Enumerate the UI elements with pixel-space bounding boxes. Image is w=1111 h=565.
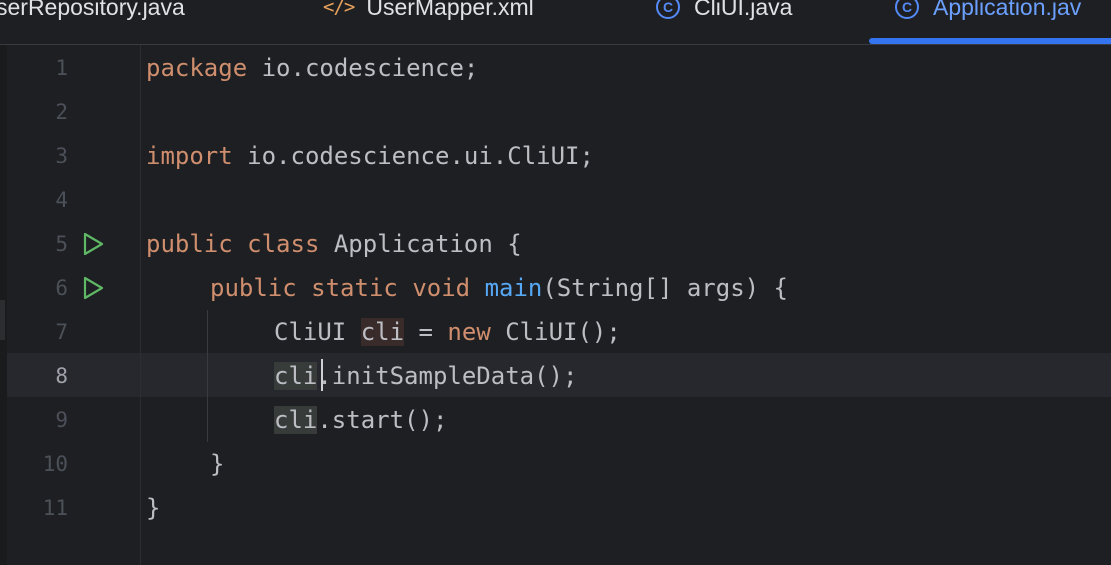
tab-label: UserMapper.xml [366,0,534,20]
code-line-5[interactable]: public class Application { [146,222,522,266]
keyword: package [146,54,248,82]
type-name: CliUI [274,318,347,346]
keyword: class [247,230,320,258]
line-number[interactable]: 5 [0,222,68,266]
line-number[interactable]: 4 [0,178,68,222]
line-number[interactable]: 9 [0,398,68,442]
variable-declaration: cli [360,318,405,346]
keyword: static [311,274,398,302]
indent-guide [207,310,208,442]
code-text: (String[] args) { [542,274,788,302]
line-number[interactable]: 11 [0,486,68,530]
line-number[interactable]: 1 [0,46,68,90]
method-name: main [484,274,543,302]
code-text: io.codescience; [247,54,479,82]
keyword: public [210,274,297,302]
run-class-icon[interactable] [80,231,106,257]
code-text: = [404,318,448,346]
line-number[interactable]: 6 [0,266,68,310]
tab-label: Application.jav [933,0,1082,20]
tab-label: serRepository.java [0,0,185,20]
editor-tab-bar: serRepository.java </> UserMapper.xml C … [0,0,1111,45]
code-line-7[interactable]: CliUI cli = new CliUI(); [274,310,621,354]
closing-brace: } [210,450,225,478]
closing-brace: } [146,494,161,522]
line-number[interactable]: 2 [0,90,68,134]
code-text: .start(); [317,406,448,434]
code-line-8[interactable]: cli.initSampleData(); [274,354,577,398]
active-tab-indicator [869,38,1111,44]
code-line-10[interactable]: } [210,442,224,486]
gutter-divider [140,45,141,565]
variable-reference: cli [274,362,318,390]
code-editor[interactable]: 1 2 3 4 5 6 7 8 9 10 11 package io.codes… [0,45,1111,565]
line-number[interactable]: 10 [0,442,68,486]
code-text: CliUI(); [490,318,621,346]
code-line-1[interactable]: package io.codescience; [146,46,478,90]
xml-file-icon: </> [323,0,355,18]
tab-application-java[interactable]: C Application.jav [895,0,1081,25]
line-number[interactable]: 3 [0,134,68,178]
code-text: .initSampleData(); [317,362,578,390]
tab-label: CliUI.java [694,0,793,20]
tab-user-repository[interactable]: serRepository.java [0,0,185,25]
variable-reference: cli [274,406,318,434]
code-line-9[interactable]: cli.start(); [274,398,447,442]
tab-user-mapper-xml[interactable]: </> UserMapper.xml [323,0,534,25]
code-line-3[interactable]: import io.codescience.ui.CliUI; [146,134,594,178]
code-line-6[interactable]: public static void main(String[] args) { [210,266,788,310]
code-text: io.codescience.ui.CliUI; [232,142,594,170]
java-class-icon: C [895,0,919,19]
line-number-current[interactable]: 8 [0,354,68,398]
run-main-icon[interactable] [80,275,106,301]
keyword: import [146,142,233,170]
keyword: public [146,230,233,258]
keyword: void [412,274,471,302]
text-caret [321,359,323,391]
line-number[interactable]: 7 [0,310,68,354]
java-class-icon: C [656,0,680,19]
code-text: Application { [319,230,522,258]
keyword: new [447,318,491,346]
tab-cliui-java[interactable]: C CliUI.java [656,0,792,25]
code-line-11[interactable]: } [146,486,160,530]
